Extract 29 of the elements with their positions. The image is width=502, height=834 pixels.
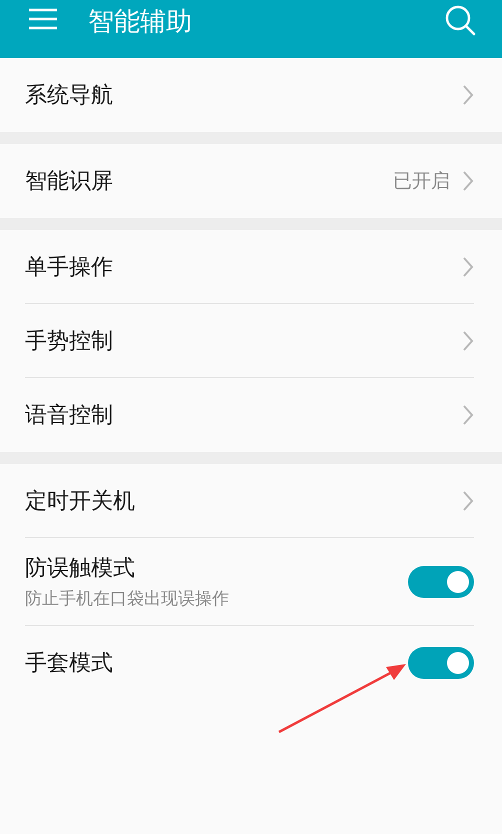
chevron-right-icon: [462, 170, 474, 192]
chevron-right-icon: [462, 490, 474, 512]
setting-row[interactable]: 定时开关机: [25, 464, 474, 538]
setting-label: 手套模式: [25, 650, 114, 678]
setting-row[interactable]: 手势控制: [25, 304, 474, 378]
toggle-setting-row[interactable]: 手套模式: [25, 626, 474, 700]
search-icon[interactable]: [444, 4, 476, 36]
setting-label: 手势控制: [25, 328, 114, 356]
setting-row[interactable]: 系统导航: [25, 58, 474, 132]
setting-label: 单手操作: [25, 254, 114, 282]
setting-label: 定时开关机: [25, 488, 136, 516]
toggle-switch[interactable]: [408, 566, 474, 598]
chevron-right-icon: [462, 330, 474, 352]
toggle-switch[interactable]: [408, 647, 474, 679]
page-title: 智能辅助: [88, 6, 193, 38]
setting-row[interactable]: 语音控制: [25, 378, 474, 452]
setting-label: 防误触模式: [25, 555, 136, 583]
chevron-right-icon: [462, 404, 474, 426]
toggle-setting-row[interactable]: 防误触模式 防止手机在口袋出现误操作: [25, 538, 474, 626]
setting-label: 系统导航: [25, 82, 114, 110]
setting-label: 智能识屏: [25, 168, 114, 196]
setting-label: 语音控制: [25, 402, 114, 430]
setting-row[interactable]: 智能识屏 已开启: [25, 144, 474, 218]
menu-icon[interactable]: [28, 8, 58, 30]
setting-value: 已开启: [393, 169, 450, 194]
setting-row[interactable]: 单手操作: [25, 230, 474, 304]
chevron-right-icon: [462, 84, 474, 106]
setting-description: 防止手机在口袋出现误操作: [25, 588, 230, 610]
chevron-right-icon: [462, 256, 474, 278]
